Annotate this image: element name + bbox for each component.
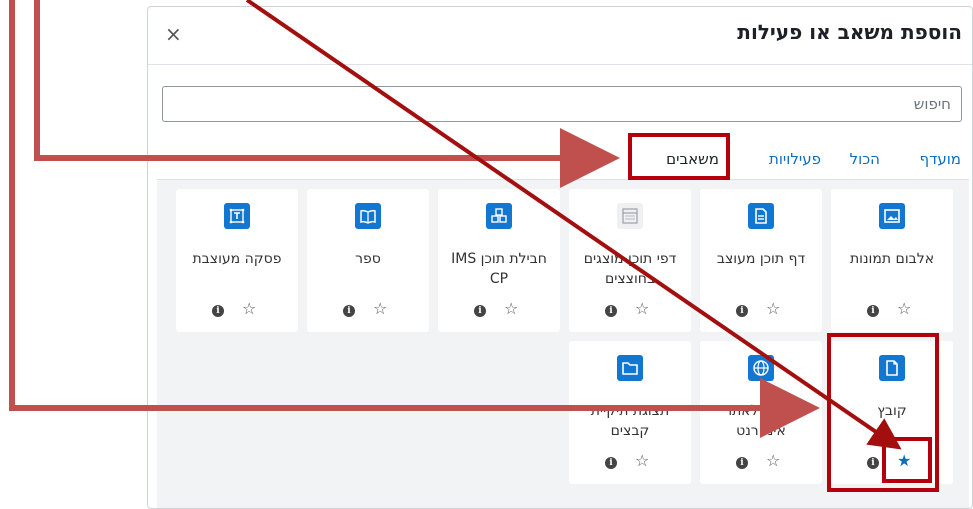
arrow-to-resources-tab [34,0,620,188]
arrow-to-favorite-star [245,0,902,450]
annotation-arrows [9,0,902,450]
arrow-to-file-card [9,0,820,438]
